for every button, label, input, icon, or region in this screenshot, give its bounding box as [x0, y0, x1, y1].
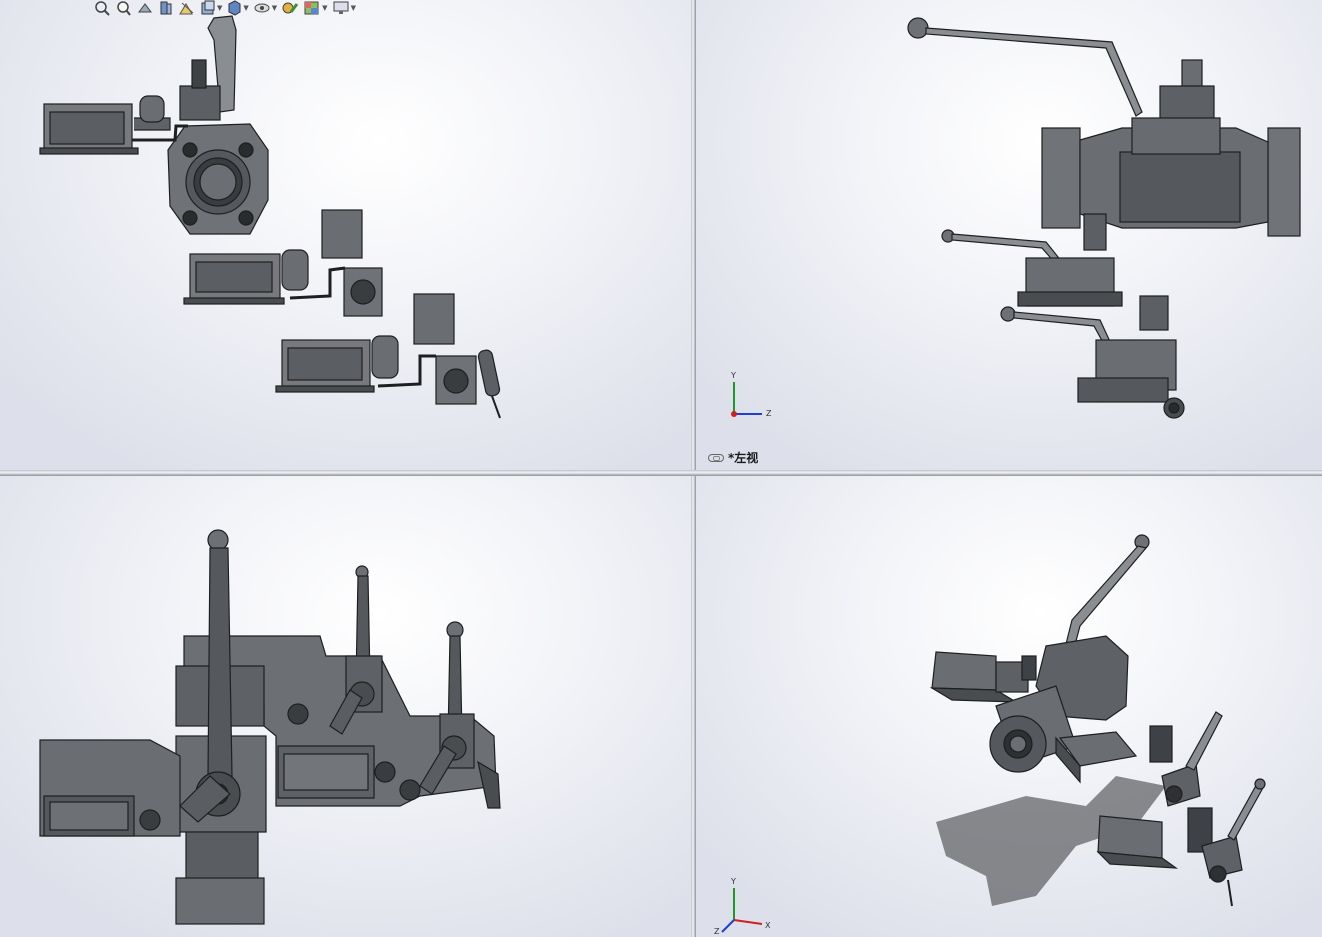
viewport-isometric-view[interactable]: Y X Z: [696, 476, 1322, 937]
viewport-top-view[interactable]: ▼ ▼ ▼ ▼ ▼: [0, 0, 691, 470]
model-front-view[interactable]: [0, 476, 691, 937]
svg-text:Y: Y: [730, 371, 736, 380]
svg-text:Y: Y: [730, 877, 736, 886]
viewport-front-view[interactable]: [0, 476, 691, 937]
viewport-left-view[interactable]: Y Z *左视: [696, 0, 1322, 470]
view-name-label: *左视: [708, 449, 758, 466]
model-top-view[interactable]: [0, 0, 691, 470]
viewport-splitter-vertical[interactable]: [691, 0, 696, 937]
model-left-view[interactable]: [696, 0, 1322, 470]
svg-text:X: X: [765, 921, 771, 930]
axis-triad: Y Z: [730, 371, 772, 418]
link-views-icon[interactable]: [708, 453, 724, 462]
viewport-splitter-horizontal[interactable]: [0, 470, 1322, 476]
view-name-text: *左视: [728, 451, 759, 465]
svg-text:Z: Z: [766, 409, 772, 418]
model-isometric-view[interactable]: [696, 476, 1322, 937]
svg-text:Z: Z: [714, 927, 720, 936]
axis-triad-iso: Y X Z: [714, 877, 771, 936]
